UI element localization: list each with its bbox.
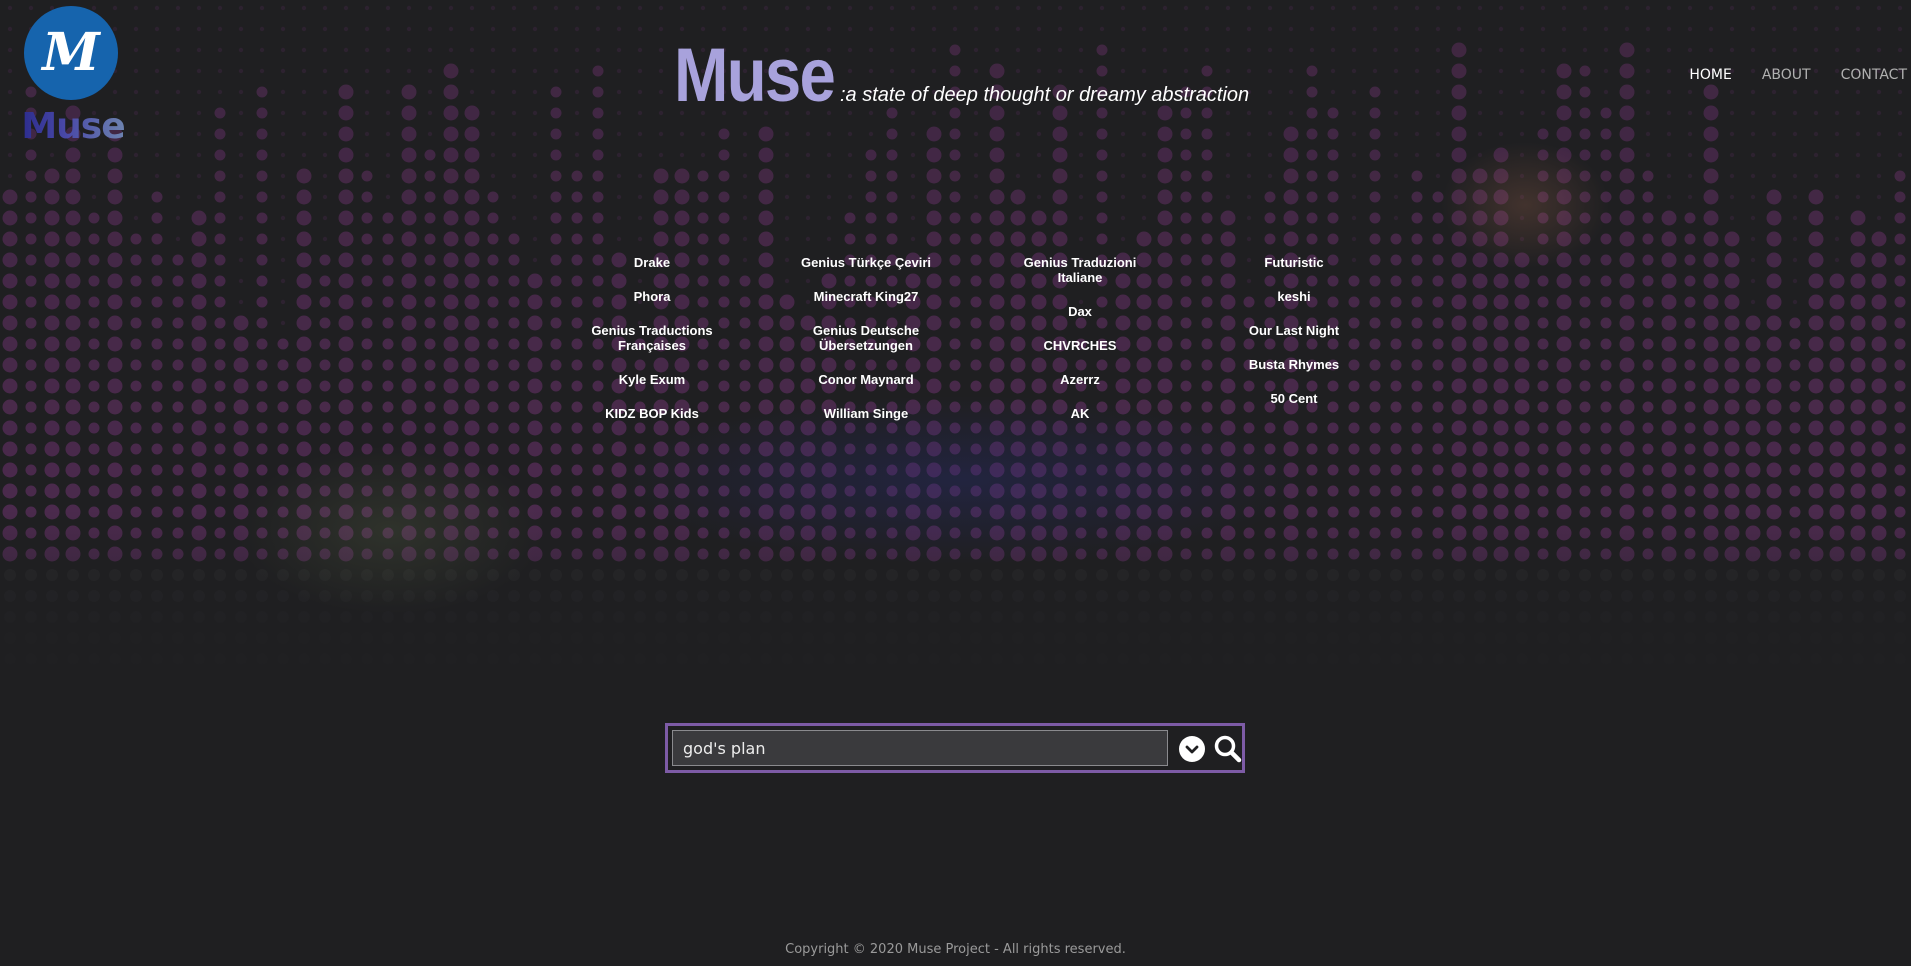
artist-link[interactable]: Genius Traductions Françaises bbox=[577, 323, 727, 353]
top-nav: HOME ABOUT CONTACT bbox=[1659, 67, 1907, 83]
artist-link[interactable]: AK bbox=[1005, 406, 1155, 421]
artist-link[interactable]: Futuristic bbox=[1219, 255, 1369, 270]
artist-link[interactable]: Kyle Exum bbox=[577, 372, 727, 387]
artist-link[interactable]: 50 Cent bbox=[1219, 391, 1369, 406]
nav-about-link[interactable]: ABOUT bbox=[1762, 67, 1811, 83]
search-input[interactable] bbox=[672, 730, 1168, 766]
artist-link[interactable]: Minecraft King27 bbox=[791, 289, 941, 304]
hero-heading: Muse :a state of deep thought or dreamy … bbox=[674, 38, 1249, 114]
artist-link[interactable]: CHVRCHES bbox=[1005, 338, 1155, 353]
artist-link[interactable]: Phora bbox=[577, 289, 727, 304]
artist-link[interactable]: Genius Deutsche Übersetzungen bbox=[791, 323, 941, 353]
artist-column: Futuristic keshi Our Last Night Busta Rh… bbox=[1187, 255, 1401, 440]
search-icon[interactable] bbox=[1213, 734, 1243, 764]
artist-link[interactable]: Genius Türkçe Çeviri bbox=[791, 255, 941, 270]
logo-monogram: M bbox=[42, 22, 100, 83]
artist-link[interactable]: Genius Traduzioni Italiane bbox=[1005, 255, 1155, 285]
artist-grid: Drake Phora Genius Traductions Française… bbox=[545, 255, 1401, 440]
nav-contact-link[interactable]: CONTACT bbox=[1841, 67, 1907, 83]
artist-link[interactable]: KIDZ BOP Kids bbox=[577, 406, 727, 421]
chevron-down-icon[interactable] bbox=[1179, 736, 1205, 762]
artist-link[interactable]: William Singe bbox=[791, 406, 941, 421]
logo-wordmark: Muse bbox=[18, 106, 128, 147]
nav-home-link[interactable]: HOME bbox=[1689, 67, 1731, 83]
artist-link[interactable]: keshi bbox=[1219, 289, 1369, 304]
artist-column: Genius Traduzioni Italiane Dax CHVRCHES … bbox=[973, 255, 1187, 440]
artist-link[interactable]: Conor Maynard bbox=[791, 372, 941, 387]
logo-badge-icon: M bbox=[24, 6, 118, 100]
page-title: Muse bbox=[674, 33, 836, 118]
artist-link[interactable]: Azerrz bbox=[1005, 372, 1155, 387]
artist-column: Genius Türkçe Çeviri Minecraft King27 Ge… bbox=[759, 255, 973, 440]
artist-link[interactable]: Dax bbox=[1005, 304, 1155, 319]
logo[interactable]: M Muse bbox=[18, 6, 128, 147]
search-bar bbox=[665, 723, 1245, 773]
page-subtitle: :a state of deep thought or dreamy abstr… bbox=[840, 84, 1250, 106]
artist-link[interactable]: Drake bbox=[577, 255, 727, 270]
footer-copyright: Copyright © 2020 Muse Project - All righ… bbox=[785, 942, 1126, 957]
artist-column: Drake Phora Genius Traductions Française… bbox=[545, 255, 759, 440]
artist-link[interactable]: Busta Rhymes bbox=[1219, 357, 1369, 372]
artist-link[interactable]: Our Last Night bbox=[1219, 323, 1369, 338]
